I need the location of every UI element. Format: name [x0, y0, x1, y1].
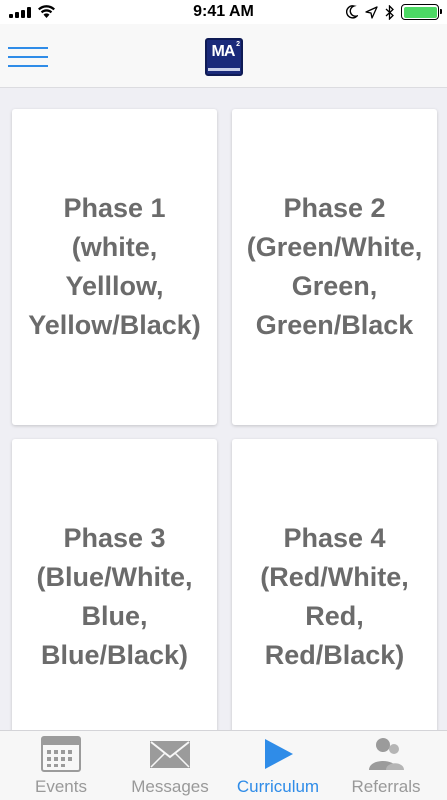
phase-card-2[interactable]: Phase 2 (Green/White, Green, Green/Black — [232, 109, 437, 425]
tab-bar: Events Messages Curriculum Referrals — [0, 730, 447, 800]
phase-card-label: Phase 2 (Green/White, Green, Green/Black — [246, 193, 423, 340]
tab-referrals[interactable]: Referrals — [330, 731, 442, 800]
tab-label: Referrals — [351, 777, 421, 796]
people-icon — [369, 738, 404, 770]
location-icon — [365, 5, 378, 19]
tab-label: Events — [35, 777, 87, 796]
tab-events[interactable]: Events — [5, 731, 117, 800]
phase-card-1[interactable]: Phase 1 (white, Yelllow, Yellow/Black) — [12, 109, 217, 425]
battery-level — [403, 6, 437, 18]
navigation-bar: MA 2 — [0, 24, 447, 88]
tab-curriculum[interactable]: Curriculum — [222, 731, 334, 800]
logo-tagline-bar — [208, 68, 240, 71]
bluetooth-icon — [385, 4, 394, 20]
app-logo: MA 2 — [205, 38, 243, 76]
tab-messages[interactable]: Messages — [114, 731, 226, 800]
battery-icon — [401, 4, 442, 20]
status-bar: 9:41 AM — [0, 0, 447, 24]
hamburger-menu-icon[interactable] — [8, 44, 48, 70]
phase-grid: Phase 1 (white, Yelllow, Yellow/Black) P… — [0, 88, 447, 730]
phase-card-label: Phase 4 (Red/White, Red, Red/Black) — [260, 523, 409, 670]
phase-card-4[interactable]: Phase 4 (Red/White, Red, Red/Black) — [232, 439, 437, 730]
tab-label: Messages — [131, 777, 209, 796]
tab-label: Curriculum — [236, 777, 320, 796]
play-icon — [265, 739, 293, 769]
calendar-icon — [41, 736, 81, 772]
moon-icon — [346, 5, 358, 19]
phase-card-3[interactable]: Phase 3 (Blue/White, Blue, Blue/Black) — [12, 439, 217, 730]
phase-card-label: Phase 1 (white, Yelllow, Yellow/Black) — [28, 193, 201, 340]
phase-card-label: Phase 3 (Blue/White, Blue, Blue/Black) — [36, 523, 193, 670]
logo-text: MA — [211, 43, 236, 60]
envelope-icon — [150, 741, 190, 768]
logo-superscript: 2 — [236, 41, 240, 48]
